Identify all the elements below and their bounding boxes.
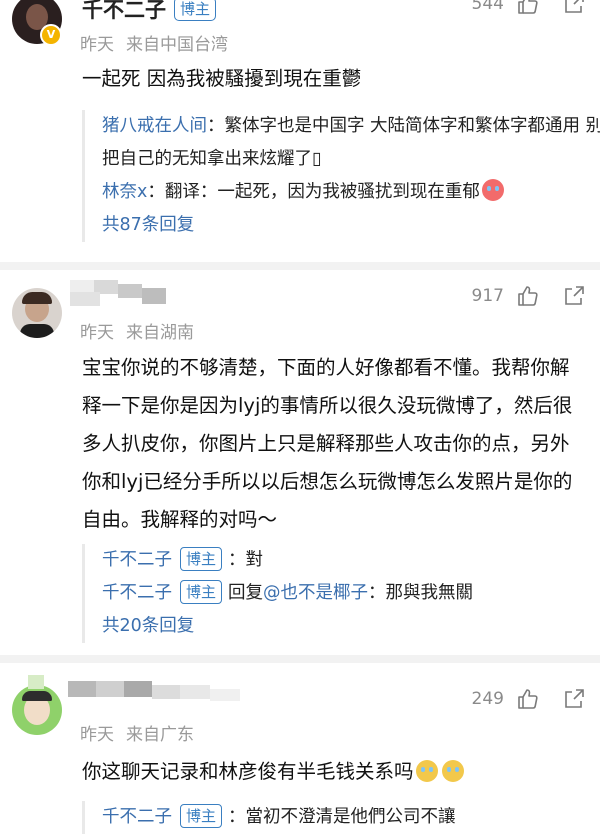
comment-divider <box>0 655 600 663</box>
view-all-replies-link[interactable]: 共87条回复 <box>102 209 600 242</box>
comment-text-content: 你这聊天记录和林彦俊有半毛钱关系吗 <box>82 760 414 783</box>
comment-1: V 千不二子 博主 昨天 来自中国台湾 544 一起死 因為我被騷擾到現在重鬱 猪八… <box>0 0 600 260</box>
comment-2: 昨天 来自湖南 917 宝宝你说的不够清楚，下面的人好像都看不懂。我帮你解释一下是… <box>0 270 600 650</box>
reply-author[interactable]: 千不二子 <box>102 807 172 827</box>
laugh-cry-emoji-icon <box>481 179 504 201</box>
like-count: 917 <box>471 286 504 306</box>
reply-separator: ： <box>228 550 246 570</box>
comment-actions: 917 <box>472 284 586 308</box>
comment-actions: 544 <box>472 0 586 16</box>
share-icon[interactable] <box>562 687 586 711</box>
username-mosaic <box>70 280 166 310</box>
blogger-badge: 博主 <box>180 547 223 571</box>
share-icon[interactable] <box>562 284 586 308</box>
reply-separator: ： <box>368 583 386 603</box>
reply-text: 當初不澄清是他們公司不讓 <box>245 807 456 827</box>
comment-meta: 昨天 来自湖南 <box>80 318 194 343</box>
timestamp: 昨天 <box>80 35 114 55</box>
reply-thread: 千不二子 博主 ：對 千不二子 博主 回复@也不是椰子：那與我無關 共20条回复 <box>82 544 600 643</box>
reply-author[interactable]: 林奈x <box>102 182 147 202</box>
comment-3: 昨天 来自广东 249 你这聊天记录和林彦俊有半毛钱关系吗 千不二子 博主 ：當初不澄… <box>0 663 600 834</box>
reply-author[interactable]: 猪八戒在人间 <box>102 116 207 136</box>
reply-thread: 千不二子 博主 ：當初不澄清是他們公司不讓 <box>82 801 600 834</box>
laugh-cry-emoji-icon <box>441 760 464 782</box>
comment-meta: 昨天 来自广东 <box>80 720 194 745</box>
thumbs-up-icon[interactable] <box>516 284 540 308</box>
like-count: 249 <box>471 689 504 709</box>
location: 来自湖南 <box>126 323 194 343</box>
reply-item[interactable]: 林奈x：翻译：一起死，因为我被骚扰到现在重郁 <box>102 176 600 209</box>
comment-meta: 昨天 来自中国台湾 <box>80 30 228 55</box>
location: 来自中国台湾 <box>126 35 228 55</box>
username[interactable]: 千不二子 博主 <box>82 0 217 24</box>
reply-item[interactable]: 猪八戒在人间：繁体字也是中国字 大陆简体字和繁体字都通用 别把自己的无知拿出来炫… <box>102 110 600 176</box>
reply-author[interactable]: 千不二子 <box>102 550 172 570</box>
share-icon[interactable] <box>562 0 586 16</box>
reply-item[interactable]: 千不二子 博主 ：對 <box>102 544 600 577</box>
username-text[interactable]: 千不二子 <box>82 0 166 22</box>
thumbs-up-icon[interactable] <box>516 0 540 16</box>
blogger-badge: 博主 <box>174 0 217 21</box>
reply-word: 回复 <box>228 583 264 603</box>
location: 来自广东 <box>126 725 194 745</box>
reply-text: 那與我無關 <box>385 583 474 603</box>
comment-text: 一起死 因為我被騷擾到現在重鬱 <box>82 67 362 90</box>
reply-author[interactable]: 千不二子 <box>102 583 172 603</box>
reply-text: 翻译：一起死，因为我被骚扰到现在重郁 <box>164 182 480 202</box>
comment-actions: 249 <box>472 687 586 711</box>
mention-link[interactable]: @也不是椰子 <box>263 583 368 603</box>
reply-text: 對 <box>245 550 264 570</box>
timestamp: 昨天 <box>80 323 114 343</box>
avatar[interactable] <box>12 288 62 338</box>
comment-divider <box>0 262 600 270</box>
comment-text: 宝宝你说的不够清楚，下面的人好像都看不懂。我帮你解释一下是你是因为lyj的事情所… <box>82 356 573 531</box>
reply-separator: ： <box>147 182 165 202</box>
blogger-badge: 博主 <box>180 580 223 604</box>
reply-item[interactable]: 千不二子 博主 回复@也不是椰子：那與我無關 <box>102 577 600 610</box>
comment-text: 你这聊天记录和林彦俊有半毛钱关系吗 <box>82 753 587 791</box>
username-mosaic <box>28 675 248 705</box>
view-all-replies-link[interactable]: 共20条回复 <box>102 610 600 643</box>
blogger-badge: 博主 <box>180 804 223 828</box>
like-count: 544 <box>471 0 504 14</box>
reply-item[interactable]: 千不二子 博主 ：當初不澄清是他們公司不讓 <box>102 801 600 834</box>
verified-badge-icon: V <box>40 24 62 46</box>
reply-separator: ： <box>207 116 225 136</box>
laugh-cry-emoji-icon <box>415 760 438 782</box>
timestamp: 昨天 <box>80 725 114 745</box>
reply-thread: 猪八戒在人间：繁体字也是中国字 大陆简体字和繁体字都通用 别把自己的无知拿出来炫… <box>82 110 600 242</box>
reply-separator: ： <box>228 807 246 827</box>
thumbs-up-icon[interactable] <box>516 687 540 711</box>
